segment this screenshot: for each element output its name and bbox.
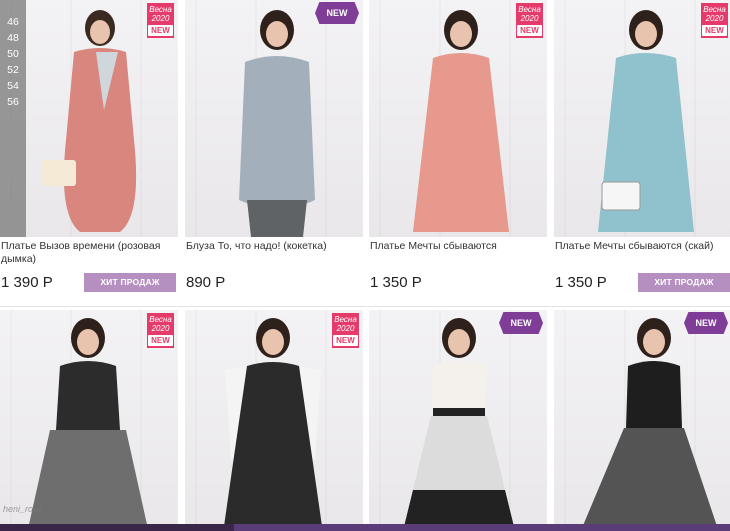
size-option[interactable]: 46: [0, 14, 26, 30]
bestseller-badge: ХИТ ПРОДАЖ ТОП-50: [638, 273, 730, 306]
new-badge: NEW: [315, 2, 359, 24]
product-photo[interactable]: Весна 2020 NEW: [185, 310, 363, 531]
model-image: [402, 318, 516, 531]
size-option[interactable]: 50: [0, 46, 26, 62]
product-title[interactable]: Платье Вызов времени (розовая дымка): [1, 240, 179, 266]
product-photo[interactable]: Весна 2020 NEW: [369, 0, 547, 237]
product-title[interactable]: Блуза То, что надо! (кокетка): [186, 240, 364, 253]
size-option[interactable]: 56: [0, 94, 26, 110]
model-image: [580, 318, 719, 531]
spring-2020-badge: Весна 2020 NEW: [332, 313, 359, 348]
product-price: 1 350 Р: [370, 274, 422, 291]
product-price: 890 Р: [186, 274, 226, 291]
product-photo[interactable]: Весна 2020 NEW: [554, 0, 730, 237]
product-card[interactable]: Весна 2020 NEW Платье Мечты сбываются 1 …: [369, 0, 547, 300]
footer-bar: [0, 524, 730, 531]
product-card[interactable]: Весна 2020 NEW: [0, 310, 178, 531]
footer-bar-accent: [234, 524, 730, 531]
spring-2020-badge: Весна 2020 NEW: [701, 3, 728, 38]
product-photo[interactable]: 46 48 50 52 54 56 Весна 2020 NEW: [0, 0, 178, 237]
product-photo[interactable]: NEW: [369, 310, 547, 531]
product-title[interactable]: Платье Мечты сбываются (скай): [555, 240, 730, 253]
model-image: [239, 10, 315, 237]
new-badge: NEW: [499, 312, 543, 334]
spring-2020-badge: Весна 2020 NEW: [516, 3, 543, 38]
product-card[interactable]: NEW: [554, 310, 730, 531]
bestseller-badge: ХИТ ПРОДАЖ ТОП-50: [84, 273, 176, 306]
product-price: 1 390 Р: [1, 274, 53, 291]
product-title[interactable]: Платье Мечты сбываются: [370, 240, 548, 253]
product-card[interactable]: Весна 2020 NEW: [185, 310, 363, 531]
product-card[interactable]: NEW: [369, 310, 547, 531]
product-photo[interactable]: NEW: [554, 310, 730, 531]
product-grid: 46 48 50 52 54 56 Весна 2020 NEW Платье …: [0, 0, 730, 531]
product-photo[interactable]: Весна 2020 NEW: [0, 310, 178, 531]
size-option[interactable]: 54: [0, 78, 26, 94]
row-divider: [0, 306, 730, 307]
product-photo[interactable]: NEW: [185, 0, 363, 237]
new-badge: NEW: [684, 312, 728, 334]
product-price: 1 350 Р: [555, 274, 607, 291]
size-option[interactable]: 48: [0, 30, 26, 46]
spring-2020-badge: Весна 2020 NEW: [147, 313, 174, 348]
size-list: 46 48 50 52 54 56: [0, 0, 26, 237]
instagram-watermark: heni_rose: [3, 504, 43, 514]
spring-2020-badge: Весна 2020 NEW: [147, 3, 174, 38]
product-card[interactable]: NEW Блуза То, что надо! (кокетка) 890 Р: [185, 0, 363, 300]
size-option[interactable]: 52: [0, 62, 26, 78]
product-card[interactable]: 46 48 50 52 54 56 Весна 2020 NEW Платье …: [0, 0, 179, 306]
product-card[interactable]: Весна 2020 NEW Платье Мечты сбываются (с…: [554, 0, 730, 306]
